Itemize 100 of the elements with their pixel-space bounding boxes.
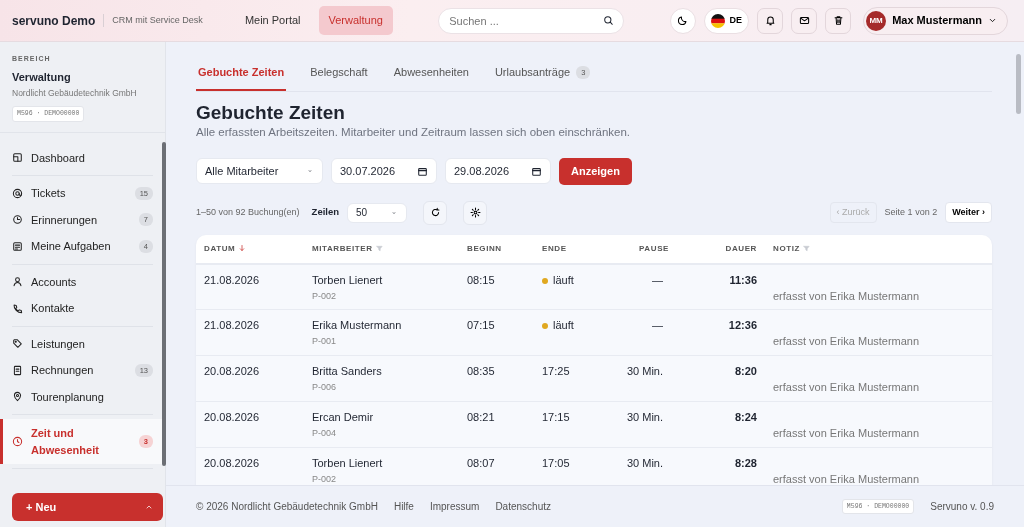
document-icon (12, 364, 23, 376)
employee-select[interactable]: Alle Mitarbeiter (196, 158, 323, 185)
layout-icon (12, 152, 23, 164)
footer-link[interactable]: Datenschutz (495, 499, 551, 514)
table-cell: 20.08.2026 (196, 355, 304, 402)
company-name: Nordlicht Gebäudetechnik GmbH (12, 87, 138, 100)
rows-select[interactable]: 50 (347, 202, 408, 223)
status-text: läuft (553, 319, 574, 332)
page-indicator: Seite 1 von 2 (884, 205, 938, 219)
nav-link[interactable]: Verwaltung (318, 6, 393, 35)
status-text: läuft (553, 273, 574, 286)
column-header[interactable]: DAUER (677, 234, 765, 264)
tag-icon (12, 338, 23, 350)
mail-button[interactable] (791, 7, 818, 34)
rows-label: Zeilen (311, 205, 340, 220)
table-cell: 17:15 (534, 401, 609, 448)
table-cell: 21.08.2026 (196, 263, 304, 310)
footer-link[interactable]: Impressum (429, 499, 480, 514)
scrollbar[interactable] (1016, 54, 1021, 114)
table-cell: 17:05 (534, 447, 609, 485)
tab[interactable]: Abwesenheiten (391, 60, 471, 91)
table-cell: 08:15 (459, 263, 534, 310)
section-title: Verwaltung (12, 69, 72, 85)
table-cell: 12:36 (677, 309, 765, 356)
date-field[interactable]: 30.07.2026 (331, 158, 437, 185)
table-cell: 8:20 (677, 355, 765, 402)
date-field[interactable]: 29.08.2026 (445, 158, 551, 185)
brand-name: servuno Demo (12, 12, 96, 30)
user-menu-button[interactable]: MM Max Mustermann (863, 6, 1008, 35)
nav-link[interactable]: Mein Portal (234, 6, 311, 35)
mail-icon (798, 15, 810, 26)
filter-icon (375, 244, 383, 252)
show-button[interactable]: Anzeigen (559, 157, 632, 185)
sidebar-item[interactable]: Leistungen (12, 330, 153, 357)
table-cell: 08:35 (459, 355, 534, 402)
tab[interactable]: Belegschaft (308, 60, 370, 91)
clock-icon (12, 214, 23, 226)
clock-icon (12, 436, 23, 447)
trash-button[interactable] (825, 7, 852, 34)
map-pin-icon (12, 391, 23, 403)
employee-name: Torben Lienert (312, 272, 384, 287)
table-cell: — (609, 263, 677, 310)
settings-button[interactable] (463, 200, 488, 225)
table-cell: 20.08.2026 (196, 401, 304, 448)
employee-id: P-004 (312, 428, 338, 441)
table-cell: 20.08.2026 (196, 447, 304, 485)
notifications-button[interactable] (757, 7, 784, 34)
column-header[interactable]: MITARBEITER (304, 234, 459, 264)
employee-name: Britta Sanders (312, 364, 383, 379)
table-cell: 07:15 (459, 309, 534, 356)
moon-icon (677, 15, 689, 26)
column-header[interactable]: PAUSE (609, 234, 677, 264)
copyright-text: © 2026 Nordlicht Gebäudetechnik GmbH (196, 500, 378, 514)
at-sign-icon (12, 187, 23, 199)
table-cell: erfasst von Erika Mustermann (765, 355, 992, 402)
employee-name: Torben Lienert (312, 456, 384, 471)
search-icon (603, 15, 615, 26)
table-cell: 30 Min. (609, 447, 677, 485)
bell-icon (764, 15, 776, 26)
tab[interactable]: Gebuchte Zeiten (196, 60, 287, 91)
search-field[interactable]: Suchen ... (438, 7, 625, 34)
table-cell: erfasst von Erika Mustermann (765, 309, 992, 356)
flag-icon (710, 13, 725, 28)
footer-link[interactable]: Hilfe (393, 499, 414, 514)
column-header[interactable]: ENDE (534, 234, 609, 264)
page-subtitle: Alle erfassten Arbeitszeiten. Mitarbeiter und Zeitraum lassen sich oben einschränken. (196, 125, 632, 141)
filter-icon (802, 244, 810, 252)
scrollbar[interactable] (162, 142, 166, 466)
version-text: Servuno v. 0.9 (930, 500, 994, 514)
sidebar-item[interactable]: Kontakte (12, 295, 153, 322)
table-cell: 17:25 (534, 355, 609, 402)
chevron-down-icon (988, 16, 997, 25)
table-cell: 11:36 (677, 263, 765, 310)
table-cell: erfasst von Erika Mustermann (765, 447, 992, 485)
sidebar-item[interactable]: Accounts (12, 268, 153, 295)
theme-toggle-button[interactable] (669, 7, 696, 34)
person-icon (12, 276, 23, 288)
next-button[interactable]: Weiter › (945, 201, 992, 224)
employee-id: P-006 (312, 382, 338, 395)
refresh-button[interactable] (423, 200, 448, 225)
caret-up-icon (145, 503, 153, 511)
table-cell: 08:07 (459, 447, 534, 485)
table-cell: 30 Min. (609, 401, 677, 448)
phone-icon (12, 302, 23, 314)
status-dot (542, 277, 548, 284)
status-dot (542, 323, 548, 330)
sidebar-item[interactable]: Tourenplanung (12, 383, 153, 410)
user-avatar: MM (866, 10, 887, 31)
refresh-icon (429, 207, 441, 219)
calendar-icon (531, 165, 542, 177)
new-button[interactable]: + Neu (12, 493, 163, 521)
sidebar-item[interactable]: Dashboard (12, 144, 153, 171)
column-header[interactable]: NOTIZ (765, 234, 992, 264)
language-button[interactable]: DE (703, 7, 750, 34)
column-header[interactable]: BEGINN (459, 234, 534, 264)
column-header[interactable]: DATUM (196, 234, 304, 264)
table-cell: 30 Min. (609, 355, 677, 402)
employee-name: Ercan Demir (312, 410, 375, 425)
table-cell: 08:21 (459, 401, 534, 448)
table-cell: 21.08.2026 (196, 309, 304, 356)
